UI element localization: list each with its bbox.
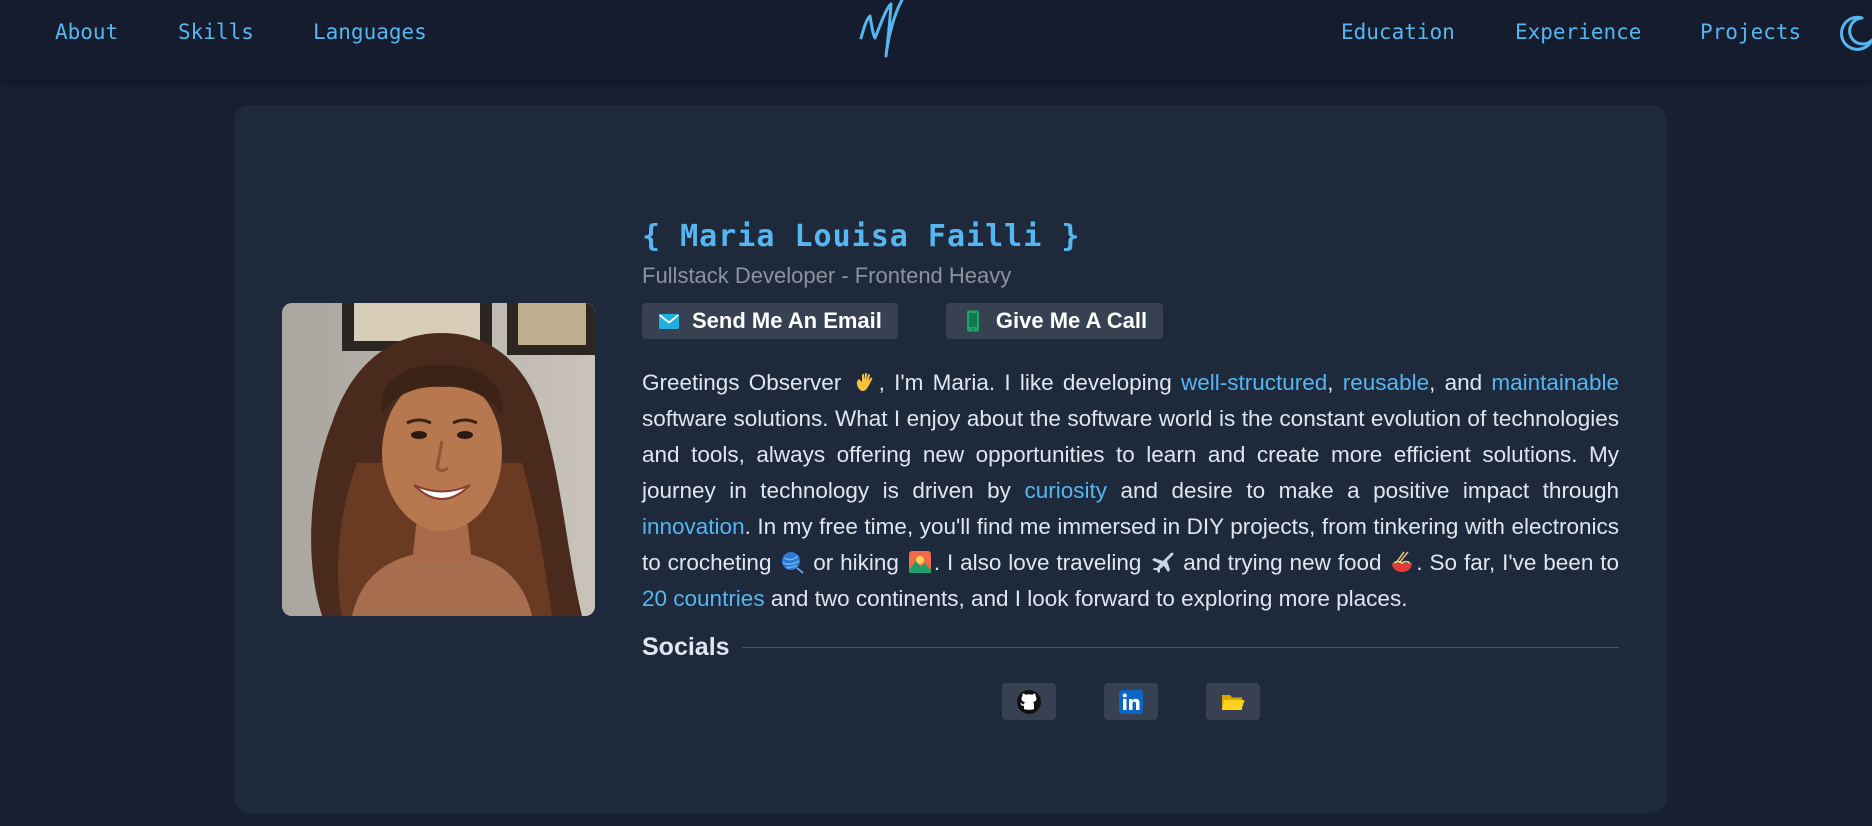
bio-paragraph: Greetings Observer , I'm Maria. I like d…	[642, 365, 1619, 617]
profile-content: { Maria Louisa Failli } Fullstack Develo…	[642, 215, 1619, 720]
yarn-ball-icon	[780, 549, 804, 574]
linkedin-icon	[1118, 689, 1143, 714]
airplane-icon	[1150, 549, 1174, 573]
socials-header: Socials	[642, 629, 1619, 665]
bio-text: or hiking	[813, 550, 899, 575]
highlight-well-structured: well-structured	[1180, 370, 1328, 395]
bio-text: , I'm Maria. I like developing	[878, 370, 1172, 395]
nav-education[interactable]: Education	[1341, 20, 1455, 44]
bio-text: . I also love traveling	[933, 550, 1142, 575]
profile-card: { Maria Louisa Failli } Fullstack Develo…	[234, 105, 1667, 813]
profile-subtitle: Fullstack Developer - Frontend Heavy	[642, 263, 1012, 288]
nav-projects[interactable]: Projects	[1700, 20, 1801, 44]
github-link[interactable]	[1001, 683, 1056, 720]
linkedin-link[interactable]	[1103, 683, 1158, 720]
highlight-curiosity: curiosity	[1024, 478, 1107, 503]
bio-text: and trying new food	[1183, 550, 1382, 575]
waving-hand-icon	[853, 369, 877, 393]
portfolio-link[interactable]	[1205, 683, 1260, 720]
top-navigation: About Skills Languages Education Experie…	[0, 0, 1872, 80]
nav-languages[interactable]: Languages	[313, 20, 427, 44]
highlight-20-countries: 20 countries	[642, 586, 765, 611]
bio-text: and two continents, and I look forward t…	[770, 586, 1408, 611]
profile-photo	[282, 303, 595, 616]
bio-text: . So far, I've been to	[1416, 550, 1619, 575]
bio-text: and desire to make a positive impact thr…	[1120, 478, 1620, 503]
give-call-label: Give Me A Call	[995, 308, 1148, 333]
logo-signature-icon[interactable]	[850, 0, 920, 72]
mobile-phone-icon	[962, 310, 984, 332]
contact-buttons: Send Me An Email Give Me A Call	[642, 303, 1619, 339]
nav-skills[interactable]: Skills	[178, 20, 254, 44]
give-call-button[interactable]: Give Me A Call	[945, 303, 1164, 339]
highlight-innovation: innovation	[642, 514, 745, 539]
bio-text: , and	[1429, 370, 1483, 395]
bio-text: ,	[1327, 370, 1334, 395]
envelope-icon	[658, 310, 680, 332]
send-email-label: Send Me An Email	[692, 308, 882, 333]
social-links	[642, 683, 1619, 720]
nav-experience[interactable]: Experience	[1515, 20, 1641, 44]
mountain-sunrise-icon	[908, 549, 932, 573]
highlight-reusable: reusable	[1342, 370, 1430, 395]
folder-icon	[1221, 694, 1244, 710]
socials-title: Socials	[642, 632, 730, 661]
profile-name: { Maria Louisa Failli }	[642, 219, 1081, 254]
bio-text: Greetings Observer	[642, 370, 842, 395]
highlight-maintainable: maintainable	[1491, 370, 1619, 395]
socials-divider	[741, 646, 1619, 648]
send-email-button[interactable]: Send Me An Email	[642, 303, 898, 339]
noodle-bowl-icon	[1390, 549, 1414, 573]
moon-icon[interactable]	[1832, 10, 1872, 54]
github-icon	[1016, 689, 1041, 714]
nav-about[interactable]: About	[55, 20, 118, 44]
